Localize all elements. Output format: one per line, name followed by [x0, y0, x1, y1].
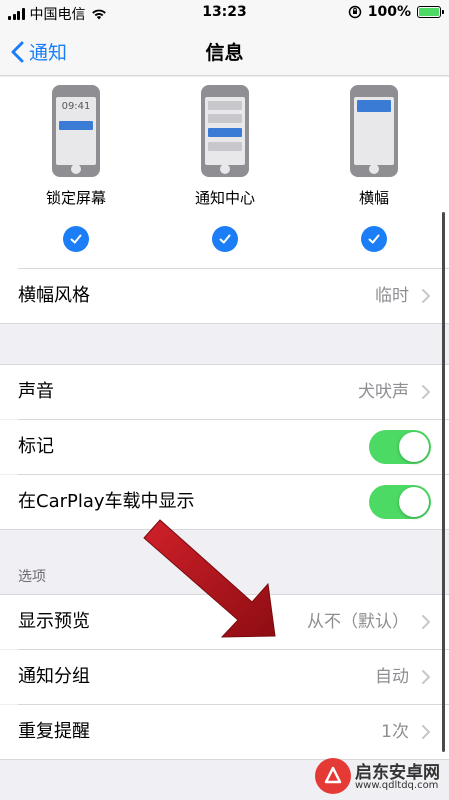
badges-label: 标记	[18, 436, 54, 457]
watermark-logo-icon	[315, 758, 351, 794]
show-previews-value: 从不（默认）	[307, 612, 409, 632]
carplay-row: 在CarPlay车载中显示	[0, 475, 449, 529]
chevron-right-icon	[422, 615, 430, 629]
battery-percent: 100%	[367, 4, 411, 20]
show-previews-label: 显示预览	[18, 611, 90, 632]
divider	[0, 529, 449, 530]
checkmark-icon	[70, 234, 82, 244]
alert-style-label: 通知中心	[194, 189, 255, 207]
repeat-alerts-row[interactable]: 重复提醒 1次	[0, 705, 449, 759]
checkmark-icon	[219, 234, 231, 244]
repeat-alerts-label: 重复提醒	[18, 721, 90, 742]
alert-style-notification-center[interactable]: 通知中心	[175, 85, 275, 261]
chevron-right-icon	[422, 289, 430, 303]
grouping-row[interactable]: 通知分组 自动	[0, 650, 449, 704]
banner-style-label: 横幅风格	[18, 285, 90, 306]
scroll-indicator[interactable]	[442, 212, 445, 752]
banner-style-row[interactable]: 横幅风格 临时	[0, 269, 449, 323]
navigation-bar: 通知 信息	[0, 26, 449, 76]
repeat-alerts-value: 1次	[381, 722, 409, 742]
status-right: 100%	[348, 4, 444, 20]
banner-style-value: 临时	[375, 286, 409, 306]
sound-label: 声音	[18, 381, 54, 402]
carplay-label: 在CarPlay车载中显示	[18, 491, 195, 512]
lock-screen-checkmark[interactable]	[63, 226, 89, 252]
badges-toggle[interactable]	[369, 430, 431, 464]
show-previews-row[interactable]: 显示预览 从不（默认）	[0, 595, 449, 649]
alert-style-banners[interactable]: 横幅	[324, 85, 424, 261]
banners-phone-icon	[350, 85, 398, 177]
watermark: 启东安卓网 www.qdltdq.com	[315, 754, 447, 798]
alert-style-lock-screen[interactable]: 09:41 锁定屏幕	[26, 85, 126, 261]
sound-value: 犬吠声	[358, 382, 409, 402]
sound-row[interactable]: 声音 犬吠声	[0, 365, 449, 419]
lock-screen-phone-icon: 09:41	[52, 85, 100, 177]
lock-screen-clock: 09:41	[61, 101, 91, 112]
grouping-label: 通知分组	[18, 666, 90, 687]
watermark-url: www.qdltdq.com	[355, 780, 439, 791]
options-section-header: 选项	[18, 569, 46, 585]
alert-style-label: 锁定屏幕	[45, 189, 106, 207]
notification-center-phone-icon	[201, 85, 249, 177]
battery-level	[419, 8, 439, 16]
chevron-right-icon	[422, 385, 430, 399]
status-bar: 中国电信 13:23 100%	[0, 0, 449, 26]
alert-style-label: 横幅	[358, 189, 389, 207]
chevron-right-icon	[422, 725, 430, 739]
battery-icon	[417, 6, 444, 18]
grouping-value: 自动	[375, 667, 409, 687]
carplay-toggle[interactable]	[369, 485, 431, 519]
alert-styles-panel: 09:41 锁定屏幕 通知中心 横幅	[0, 77, 449, 269]
orientation-lock-icon	[348, 5, 361, 19]
checkmark-icon	[368, 234, 380, 244]
divider	[0, 323, 449, 324]
banners-checkmark[interactable]	[361, 226, 387, 252]
page-title: 信息	[205, 42, 244, 64]
notification-center-checkmark[interactable]	[212, 226, 238, 252]
chevron-right-icon	[422, 670, 430, 684]
badges-row: 标记	[0, 420, 449, 474]
